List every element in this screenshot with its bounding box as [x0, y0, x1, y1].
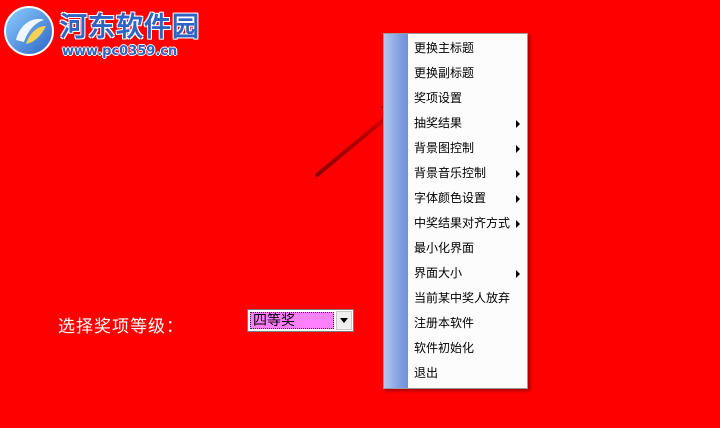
menu-item-current-winner-forfeit[interactable]: 当前某中奖人放弃: [408, 286, 527, 311]
menu-item-label: 奖项设置: [414, 91, 463, 105]
menu-item-label: 最小化界面: [414, 241, 475, 255]
menu-item-label: 背景音乐控制: [414, 166, 487, 180]
menu-item-label: 背景图控制: [414, 141, 475, 155]
prize-level-select[interactable]: 四等奖: [247, 309, 354, 332]
menu-item-label: 中奖结果对齐方式: [414, 216, 511, 230]
menu-item-register-software[interactable]: 注册本软件: [408, 311, 527, 336]
menu-item-label: 抽奖结果: [414, 116, 463, 130]
menu-item-change-subtitle[interactable]: 更换副标题: [408, 61, 527, 86]
prize-level-label: 选择奖项等级：: [58, 317, 184, 337]
menu-item-prize-settings[interactable]: 奖项设置: [408, 86, 527, 111]
chevron-down-icon: [340, 318, 348, 323]
submenu-arrow-icon: [516, 145, 520, 153]
menu-item-label: 字体颜色设置: [414, 191, 487, 205]
watermark-url: www.pc0359.cn: [62, 44, 178, 59]
watermark: 河东软件园 www.pc0359.cn: [0, 0, 220, 70]
menu-item-label: 软件初始化: [414, 341, 475, 355]
context-menu: 更换主标题更换副标题奖项设置抽奖结果背景图控制背景音乐控制 字体颜色设置中奖结果对…: [383, 33, 528, 389]
submenu-arrow-icon: [516, 120, 520, 128]
menu-item-software-initialize[interactable]: 软件初始化: [408, 336, 527, 361]
dropdown-button[interactable]: [336, 311, 352, 330]
submenu-arrow-icon: [516, 220, 520, 228]
prize-level-value: 四等奖: [250, 312, 334, 329]
menu-item-label: 注册本软件: [414, 316, 475, 330]
menu-item-change-main-title[interactable]: 更换主标题: [408, 36, 527, 61]
menu-item-background-image-control[interactable]: 背景图控制: [408, 136, 527, 161]
pc0359-logo-icon: [4, 6, 54, 56]
menu-item-font-color-settings[interactable]: 字体颜色设置: [408, 186, 527, 211]
menu-item-label: 更换主标题: [414, 41, 475, 55]
watermark-title: 河东软件园: [60, 12, 200, 43]
menu-item-result-alignment[interactable]: 中奖结果对齐方式: [408, 211, 527, 236]
menu-item-exit[interactable]: 退出: [408, 361, 527, 386]
submenu-arrow-icon: [516, 270, 520, 278]
menu-items: 更换主标题更换副标题奖项设置抽奖结果背景图控制背景音乐控制 字体颜色设置中奖结果对…: [408, 36, 527, 386]
menu-item-minimize-interface[interactable]: 最小化界面: [408, 236, 527, 261]
menu-item-label: 界面大小: [414, 266, 463, 280]
menu-side-strip: [384, 34, 408, 388]
menu-item-label: 更换副标题: [414, 66, 475, 80]
submenu-arrow-icon: [516, 170, 520, 178]
menu-item-label: 退出: [414, 366, 439, 380]
menu-item-background-music-control[interactable]: 背景音乐控制: [408, 161, 527, 186]
submenu-arrow-icon: [516, 195, 520, 203]
menu-item-label: 当前某中奖人放弃: [414, 291, 511, 305]
menu-item-interface-size[interactable]: 界面大小: [408, 261, 527, 286]
menu-item-draw-results[interactable]: 抽奖结果: [408, 111, 527, 136]
